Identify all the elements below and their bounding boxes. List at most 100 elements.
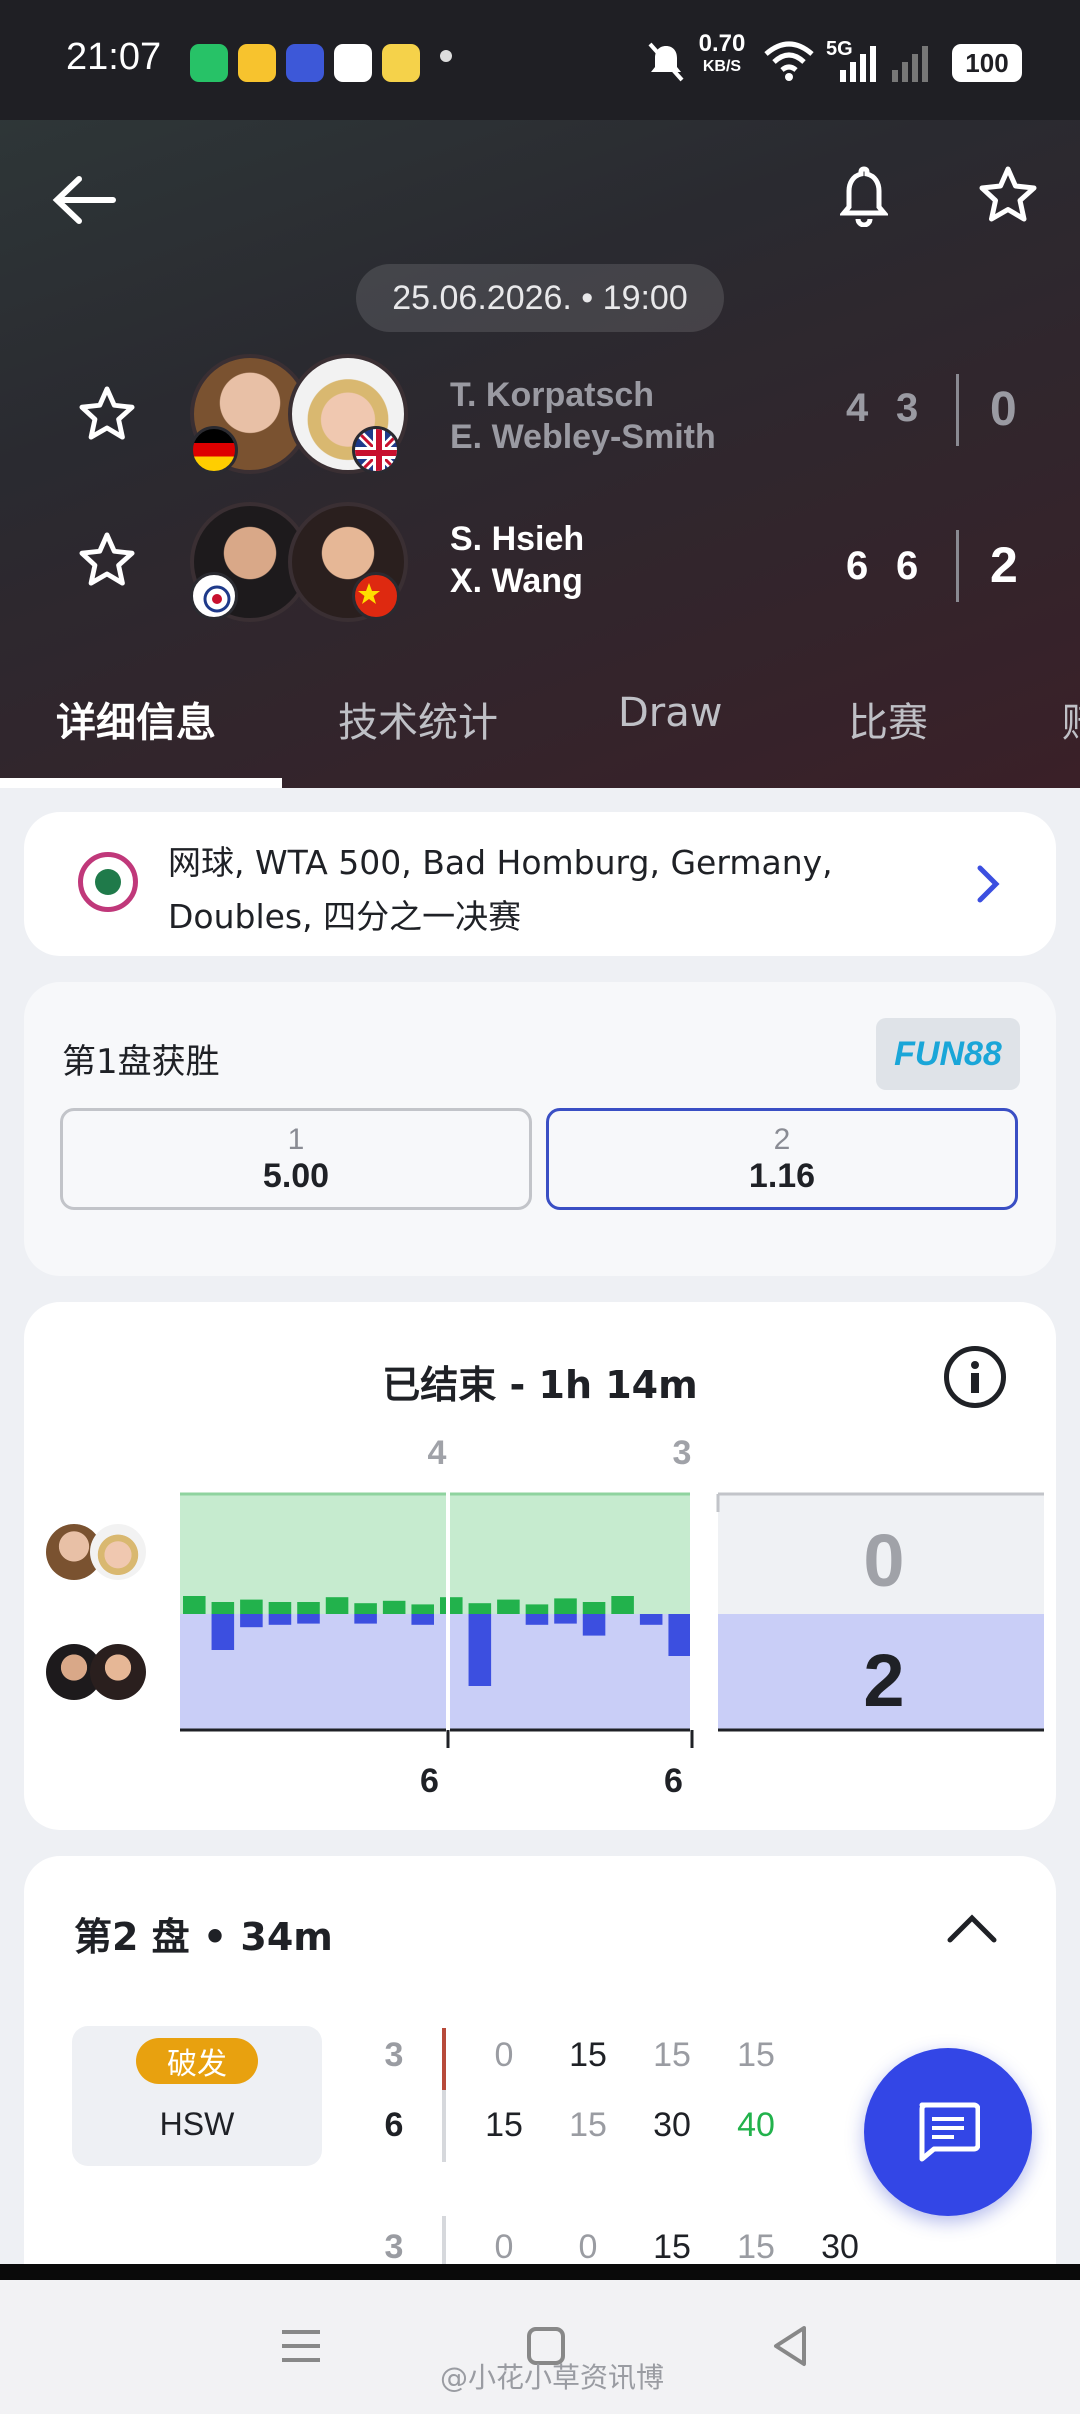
team1-momentum-bar	[240, 1599, 263, 1614]
tab-odds[interactable]: 赔	[1062, 690, 1080, 748]
team2-set2-score: 6	[896, 544, 919, 588]
tab-statistics[interactable]: 技术统计	[338, 690, 498, 748]
team1-games-count: 3	[384, 2228, 404, 2266]
favorite-match-button[interactable]	[968, 154, 1048, 234]
set-title: 第2 盘 • 34m	[74, 1915, 333, 1959]
favorite-team2-button[interactable]	[72, 524, 142, 594]
team2-momentum-bar	[582, 1614, 606, 1636]
team1-momentum-bar	[211, 1602, 235, 1614]
match-status: 已结束 - 1h 14m	[382, 1363, 698, 1407]
team1-momentum-bar	[297, 1602, 320, 1614]
tab-matches[interactable]: 比赛	[848, 690, 928, 748]
browser-app-icon	[334, 44, 372, 82]
set1-team1-games-label: 4	[428, 1434, 447, 1472]
team1-sets-won-value: 0	[863, 1519, 904, 1602]
team2-momentum-bar	[468, 1614, 492, 1686]
chevron-right-icon	[977, 865, 1000, 903]
menu-icon[interactable]	[280, 2326, 322, 2366]
team1-momentum-bar	[325, 1597, 349, 1614]
team1-point: 15	[737, 2036, 775, 2074]
team1-momentum-bar	[497, 1599, 520, 1614]
signal-icon	[840, 46, 876, 82]
odds-option-2[interactable]: 2 1.16	[546, 1108, 1018, 1210]
score-divider	[956, 530, 959, 602]
star-icon	[979, 166, 1037, 222]
active-tab-indicator	[0, 778, 282, 788]
team2-area	[180, 1614, 694, 1730]
serve-indicator	[442, 2028, 446, 2090]
team1-point: 30	[821, 2228, 859, 2266]
chat-fab[interactable]	[864, 2048, 1032, 2216]
team2-sets-won: 2	[990, 537, 1018, 593]
net-speed: 0.70 KB/S	[698, 30, 746, 75]
momentum-card: 已结束 - 1h 14m 4 3 0 2 6 6	[24, 1302, 1056, 1830]
tieba-app-icon	[286, 44, 324, 82]
favorite-team1-button[interactable]	[72, 378, 142, 448]
team1-momentum-bar	[468, 1603, 492, 1614]
team1-set1-score: 4	[846, 386, 869, 430]
team2-player2-name: X. Wang	[450, 562, 583, 600]
info-icon	[971, 1361, 979, 1393]
odds-card: 第1盘获胜 FUN88 1 5.00 2 1.16	[24, 982, 1056, 1276]
team1-set2-score: 3	[896, 386, 919, 430]
chat-icon	[919, 2102, 980, 2162]
competition-card[interactable]: 网球, WTA 500, Bad Homburg, Germany, Doubl…	[24, 812, 1056, 956]
odds-option-1[interactable]: 1 5.00	[60, 1108, 532, 1210]
momentum-chart: 4 3 0 2	[180, 1434, 1044, 1748]
team1-momentum-bar	[611, 1596, 634, 1614]
team1-momentum-bar	[382, 1600, 406, 1614]
set2-team2-games-label: 6	[664, 1762, 683, 1800]
team1-mini-avatars	[46, 1524, 150, 1586]
tab-details[interactable]: 详细信息	[56, 690, 216, 748]
wifi-icon	[764, 41, 814, 81]
status-bar: 21:07 0.70 KB/S 5G 100	[0, 0, 1080, 120]
team2-momentum-bar	[268, 1614, 292, 1625]
set2-team1-games-label: 3	[673, 1434, 692, 1472]
team1-momentum-bar	[582, 1602, 606, 1614]
team1-sets-won: 0	[990, 383, 1017, 436]
tab-draw[interactable]: Draw	[618, 690, 722, 736]
team1-point: 0	[494, 2036, 514, 2074]
team2-games-count: 6	[384, 2106, 404, 2144]
team1-player1-name: T. Korpatsch	[450, 376, 655, 414]
team1-point: 15	[653, 2036, 691, 2074]
avatar	[90, 1524, 146, 1580]
team2-momentum-bar	[354, 1614, 377, 1624]
tournament-logo-inner	[95, 869, 121, 895]
info-button[interactable]	[944, 1346, 1006, 1408]
star-icon	[79, 532, 135, 586]
team1-point: 15	[653, 2228, 691, 2266]
weibo-app-icon	[238, 44, 276, 82]
team2-momentum-bar	[297, 1614, 320, 1624]
break-badge: 破发	[136, 2038, 258, 2084]
notification-button[interactable]	[824, 156, 904, 236]
team2-momentum-bar	[554, 1614, 577, 1624]
avatar	[90, 1644, 146, 1700]
battery-indicator: 100	[952, 44, 1022, 82]
back-button[interactable]	[44, 160, 124, 240]
competition-line1: 网球, WTA 500, Bad Homburg, Germany,	[168, 843, 833, 882]
points-divider	[442, 2090, 446, 2162]
team1-point: 15	[569, 2036, 607, 2074]
collapse-button[interactable]	[944, 1910, 1000, 1946]
back-nav-icon[interactable]	[770, 2324, 810, 2368]
status-time: 21:07	[66, 36, 162, 78]
match-datetime: 25.06.2026. • 19:00	[356, 264, 724, 332]
team2-momentum-bar	[240, 1614, 263, 1628]
team1-point: 15	[737, 2228, 775, 2266]
mute-icon	[648, 42, 684, 82]
team2-momentum-bar	[411, 1614, 434, 1625]
team2-set1-score: 6	[846, 544, 869, 588]
team2-point: 40	[737, 2106, 775, 2144]
team2-momentum-bar	[211, 1614, 235, 1650]
team2-momentum-bar	[525, 1614, 549, 1625]
more-notifications-icon	[440, 50, 452, 62]
team2-point: 30	[653, 2106, 691, 2144]
set1-team2-games-label: 6	[420, 1762, 439, 1800]
team1-momentum-bar	[440, 1597, 463, 1614]
star-icon	[79, 386, 135, 440]
score-divider	[956, 374, 959, 446]
bookmaker-logo[interactable]: FUN88	[876, 1018, 1020, 1090]
team1-player2-name: E. Webley-Smith	[450, 418, 716, 456]
team1-momentum-bar	[525, 1604, 549, 1614]
